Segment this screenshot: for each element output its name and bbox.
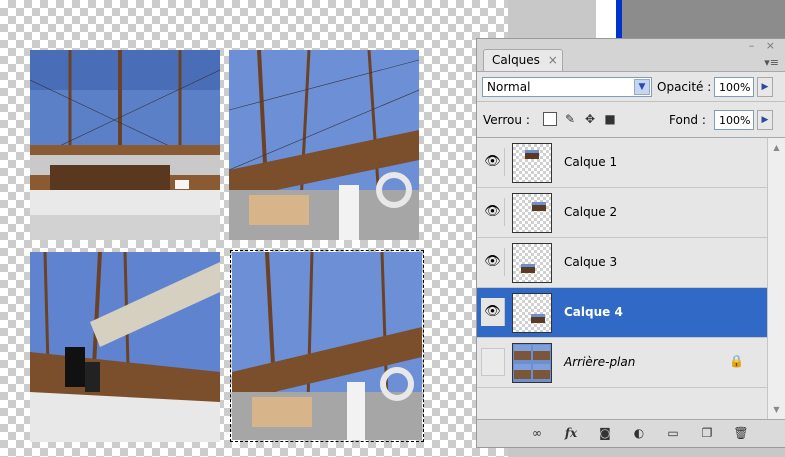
lock-all-icon[interactable]: ■ <box>603 112 617 126</box>
lock-label: Verrou : <box>483 113 530 127</box>
layer-name: Calque 1 <box>564 155 618 169</box>
visibility-toggle[interactable] <box>481 348 505 376</box>
panel-header: Calques × – × ▾≡ <box>477 39 785 71</box>
adjustment-icon[interactable]: ◐ <box>629 426 649 440</box>
link-icon[interactable]: ∞ <box>527 426 547 440</box>
new-layer-icon[interactable]: ❐ <box>697 426 717 440</box>
blend-mode-select[interactable]: Normal ▼ <box>482 77 652 97</box>
lock-brush-icon[interactable]: ✎ <box>563 112 577 126</box>
trash-icon[interactable]: 🗑 <box>731 426 751 440</box>
fill-arrow-icon[interactable]: ▶ <box>757 110 773 130</box>
tab-close-icon[interactable]: × <box>548 53 558 67</box>
layer-thumbnail <box>512 293 552 333</box>
photo-top-right <box>229 50 419 240</box>
workspace-strip <box>596 0 616 40</box>
tab-title: Calques <box>492 53 540 67</box>
layer-row-calque-1[interactable]: 👁 Calque 1 <box>477 138 767 188</box>
panel-bottom-toolbar: ∞ fx ◙ ◐ ▭ ❐ 🗑 <box>477 419 785 447</box>
layer-name: Calque 3 <box>564 255 618 269</box>
photo-bottom-left <box>30 252 220 442</box>
opacity-arrow-icon[interactable]: ▶ <box>757 77 773 97</box>
fill-label: Fond : <box>669 113 706 127</box>
layer-thumbnail <box>512 143 552 183</box>
blend-mode-value: Normal <box>487 80 531 94</box>
photo-bottom-right-selected[interactable] <box>230 250 424 442</box>
opacity-label: Opacité : <box>657 80 712 94</box>
layer-thumbnail <box>512 343 552 383</box>
layer-name: Calque 2 <box>564 205 618 219</box>
layer-row-calque-3[interactable]: 👁 Calque 3 <box>477 238 767 288</box>
fill-field[interactable]: 100% <box>714 110 754 130</box>
photo-top-left <box>30 50 220 240</box>
layers-panel: Calques × – × ▾≡ Normal ▼ Opacité : 100%… <box>476 38 785 448</box>
fx-icon[interactable]: fx <box>561 426 581 440</box>
lock-icon: 🔒 <box>729 354 744 368</box>
panel-menu-icon[interactable]: ▾≡ <box>764 56 779 69</box>
chevron-down-icon[interactable]: ▼ <box>634 79 650 95</box>
mask-icon[interactable]: ◙ <box>595 426 615 440</box>
opacity-field[interactable]: 100% <box>714 77 754 97</box>
lock-transparency-icon[interactable] <box>543 112 557 126</box>
blend-opacity-row: Normal ▼ Opacité : 100% ▶ <box>477 71 785 101</box>
eye-icon[interactable]: 👁 <box>481 198 505 226</box>
layer-row-arriere-plan[interactable]: Arrière-plan 🔒 <box>477 338 767 388</box>
lock-fill-row: Verrou : ✎ ✥ ■ Fond : 100% ▶ <box>477 101 785 137</box>
layer-thumbnail <box>512 243 552 283</box>
document-canvas[interactable] <box>0 0 508 457</box>
scroll-up-icon[interactable]: ▲ <box>769 140 784 155</box>
layer-thumbnail <box>512 193 552 233</box>
eye-icon[interactable]: 👁 <box>481 148 505 176</box>
lock-move-icon[interactable]: ✥ <box>583 112 597 126</box>
layer-row-calque-2[interactable]: 👁 Calque 2 <box>477 188 767 238</box>
eye-icon[interactable]: 👁 <box>481 298 505 326</box>
layers-scrollbar[interactable]: ▲ ▼ <box>767 137 785 419</box>
layers-list: 👁 Calque 1 👁 Calque 2 👁 Calque 3 👁 Calqu… <box>477 137 767 419</box>
window-buttons[interactable]: – × <box>749 39 779 52</box>
layer-name: Calque 4 <box>564 305 623 319</box>
layer-row-calque-4[interactable]: 👁 Calque 4 <box>477 288 767 338</box>
eye-icon[interactable]: 👁 <box>481 248 505 276</box>
folder-icon[interactable]: ▭ <box>663 426 683 440</box>
scroll-down-icon[interactable]: ▼ <box>769 402 784 417</box>
tab-calques[interactable]: Calques × <box>483 49 563 71</box>
workspace-dark-area <box>622 0 785 40</box>
layer-name: Arrière-plan <box>564 355 636 369</box>
